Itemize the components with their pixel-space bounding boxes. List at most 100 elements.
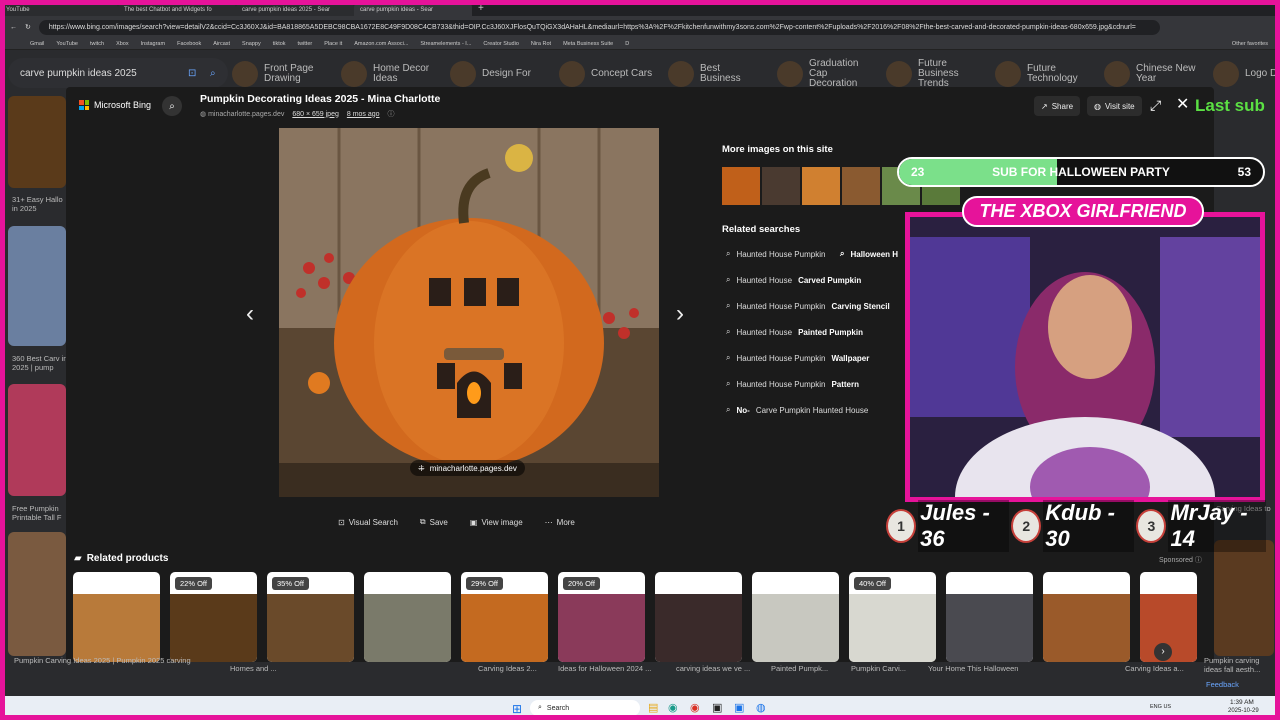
taskbar-search[interactable]: ⌕ Search: [530, 700, 640, 716]
result-thumbnail[interactable]: [1214, 540, 1274, 656]
chip[interactable]: Graduation Cap Decoration: [777, 58, 872, 90]
search-icon[interactable]: ⌕: [162, 96, 182, 116]
product-card[interactable]: [752, 572, 839, 662]
main-image[interactable]: [279, 128, 659, 497]
product-card[interactable]: [364, 572, 451, 662]
chip[interactable]: Best Business: [668, 58, 763, 90]
view-image-button[interactable]: ▣ View image: [470, 517, 523, 527]
save-button[interactable]: ⧉ Save: [420, 517, 448, 527]
related-search-item[interactable]: ⌕ Haunted House Pumpkin Carving Stencil: [722, 297, 890, 315]
visual-search-icon[interactable]: ⊡: [188, 68, 196, 79]
site-thumbnail[interactable]: [842, 167, 880, 205]
next-products-arrow[interactable]: ›: [1154, 643, 1172, 661]
browser-tab[interactable]: carve pumpkin ideas 2025 - Sear: [236, 3, 354, 16]
clock-date[interactable]: 2025-10-29: [1228, 708, 1259, 714]
app-icon[interactable]: ▣: [712, 701, 722, 714]
more-button[interactable]: ⋯ More: [545, 517, 575, 527]
site-thumbnail[interactable]: [802, 167, 840, 205]
previous-image-arrow[interactable]: ‹: [246, 300, 254, 328]
bookmark[interactable]: twitch: [90, 41, 104, 47]
result-thumbnail[interactable]: [8, 226, 66, 346]
language-indicator[interactable]: ENG US: [1150, 704, 1174, 710]
bookmark[interactable]: Place it: [324, 41, 342, 47]
browser-tab[interactable]: YouTube: [0, 3, 118, 16]
other-favorites[interactable]: Other favorites: [1232, 41, 1268, 47]
related-search-item[interactable]: ⌕ Haunted House Carved Pumpkin: [722, 271, 890, 289]
bookmark[interactable]: D: [625, 41, 629, 47]
product-card[interactable]: [655, 572, 742, 662]
bookmark[interactable]: Instagram: [141, 41, 165, 47]
edge-icon[interactable]: ◉: [668, 701, 678, 714]
source-link[interactable]: ◍ minacharlotte.pages.dev: [200, 110, 284, 118]
chrome-icon[interactable]: ◉: [690, 701, 700, 714]
reload-icon[interactable]: ↻: [25, 23, 31, 31]
product-card[interactable]: [1043, 572, 1130, 662]
product-card[interactable]: 40% Off: [849, 572, 936, 662]
file-explorer-icon[interactable]: ▤: [648, 701, 658, 714]
expand-icon[interactable]: ⤢: [1150, 97, 1161, 114]
app-icon[interactable]: ▣: [734, 701, 744, 714]
result-thumbnail[interactable]: [8, 96, 66, 188]
browser-tab[interactable]: The best Chatbot and Widgets fo: [118, 3, 236, 16]
result-thumbnail[interactable]: [8, 384, 66, 496]
bookmark[interactable]: Creator Studio: [483, 41, 518, 47]
info-icon[interactable]: ⓘ: [388, 109, 395, 119]
product-card[interactable]: 29% Off: [461, 572, 548, 662]
chip[interactable]: Future Technology: [995, 58, 1090, 90]
chip-label: Future Business Trends: [918, 58, 959, 89]
bookmark[interactable]: twitter: [298, 41, 313, 47]
bookmark[interactable]: Aircast: [213, 41, 230, 47]
browser-tab-active[interactable]: carve pumpkin ideas - Sear: [354, 3, 472, 16]
app-icon[interactable]: ◍: [756, 701, 766, 714]
bookmark[interactable]: Meta Business Suite: [563, 41, 613, 47]
chip[interactable]: Future Business Trends: [886, 58, 981, 90]
bookmark[interactable]: Snappy: [242, 41, 261, 47]
site-thumbnail[interactable]: [762, 167, 800, 205]
product-card[interactable]: 35% Off: [267, 572, 354, 662]
bookmark[interactable]: Amazon.com Associ...: [354, 41, 408, 47]
share-button[interactable]: ↗ Share: [1034, 96, 1081, 116]
url-field[interactable]: https://www.bing.com/images/search?view=…: [38, 19, 1160, 35]
image-title[interactable]: Pumpkin Decorating Ideas 2025 - Mina Cha…: [200, 93, 440, 105]
product-card[interactable]: [946, 572, 1033, 662]
chip[interactable]: Logo Design: [1213, 58, 1280, 90]
save-icon: ⧉: [419, 517, 426, 526]
image-dimensions[interactable]: 680 × 659 jpeg: [292, 111, 339, 118]
result-thumbnail[interactable]: [8, 532, 66, 656]
product-card[interactable]: [73, 572, 160, 662]
bookmark[interactable]: Facebook: [177, 41, 201, 47]
chip[interactable]: Home Decor Ideas: [341, 58, 436, 90]
search-icon[interactable]: ⌕: [210, 68, 216, 79]
product-card[interactable]: 20% Off: [558, 572, 645, 662]
image-age[interactable]: 8 mos ago: [347, 111, 380, 118]
bookmark[interactable]: Gmail: [30, 41, 44, 47]
visit-site-button[interactable]: ◍ Visit site: [1087, 96, 1142, 116]
info-icon[interactable]: ⓘ: [1195, 557, 1202, 564]
bookmark[interactable]: Streamelements - I...: [420, 41, 471, 47]
search-input[interactable]: carve pumpkin ideas 2025 ⊡ ⌕: [8, 58, 228, 88]
related-search-item[interactable]: ⌕ Haunted House Painted Pumpkin: [722, 323, 890, 341]
chip[interactable]: Concept Cars: [559, 58, 654, 90]
related-search-item[interactable]: ⌕ No- Carve Pumpkin Haunted House: [722, 401, 890, 419]
bookmark[interactable]: YouTube: [56, 41, 78, 47]
image-source-pill[interactable]: ⁜ minacharlotte.pages.dev: [410, 460, 525, 476]
back-icon[interactable]: ←: [10, 24, 17, 31]
next-image-arrow[interactable]: ›: [676, 300, 684, 328]
close-icon[interactable]: ✕: [1176, 94, 1189, 114]
site-thumbnail[interactable]: [722, 167, 760, 205]
new-tab-icon[interactable]: +: [478, 3, 484, 14]
chip[interactable]: Front Page Drawing: [232, 58, 327, 90]
bing-logo[interactable]: Microsoft Bing: [79, 100, 151, 110]
bookmark[interactable]: Xbox: [116, 41, 129, 47]
bookmark[interactable]: tiktok: [273, 41, 286, 47]
windows-start-icon[interactable]: ⊞: [512, 702, 522, 716]
bookmark[interactable]: Nira Rot: [531, 41, 551, 47]
chip[interactable]: Design For: [450, 58, 545, 90]
related-search-item[interactable]: ⌕ Haunted House Pumpkin Pattern: [722, 375, 890, 393]
clock-time[interactable]: 1:39 AM: [1230, 699, 1254, 706]
chip[interactable]: Chinese New Year: [1104, 58, 1199, 90]
visual-search-button[interactable]: ⊡ Visual Search: [338, 517, 398, 527]
product-card[interactable]: 22% Off: [170, 572, 257, 662]
related-search-item[interactable]: ⌕ Halloween H: [840, 245, 898, 263]
related-search-item[interactable]: ⌕ Haunted House Pumpkin Wallpaper: [722, 349, 890, 367]
